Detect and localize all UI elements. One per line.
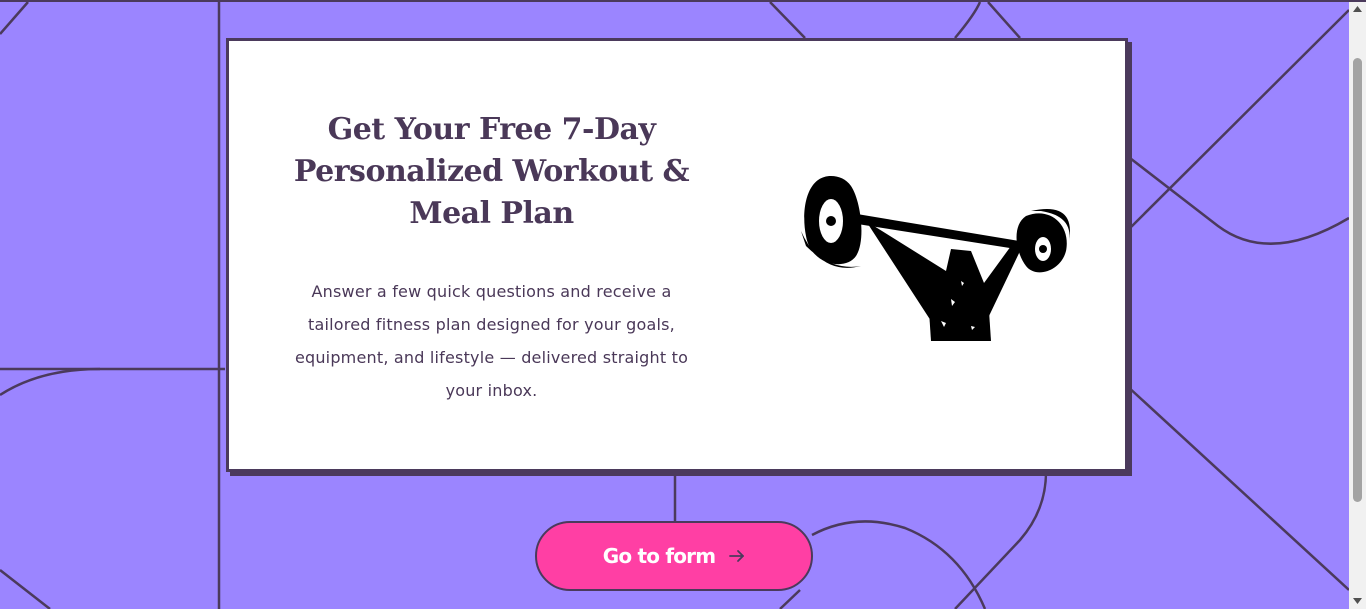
top-border (0, 0, 1366, 2)
scroll-down-icon[interactable] (1349, 592, 1366, 609)
offer-card: Get Your Free 7-Day Personalized Workout… (226, 38, 1128, 472)
page-viewport: Get Your Free 7-Day Personalized Workout… (0, 0, 1349, 609)
page-scrollbar[interactable] (1349, 0, 1366, 609)
go-to-form-button[interactable]: Go to form (535, 521, 813, 591)
weightlifter-icon (801, 176, 1070, 341)
go-to-form-label: Go to form (602, 544, 716, 568)
scroll-up-icon[interactable] (1349, 0, 1366, 17)
scrollbar-thumb[interactable] (1353, 58, 1362, 502)
page-title: Get Your Free 7-Day Personalized Workout… (293, 112, 690, 231)
offer-text-block: Get Your Free 7-Day Personalized Workout… (289, 109, 694, 407)
offer-description: Answer a few quick questions and receive… (294, 282, 689, 400)
arrow-right-icon (729, 550, 745, 562)
